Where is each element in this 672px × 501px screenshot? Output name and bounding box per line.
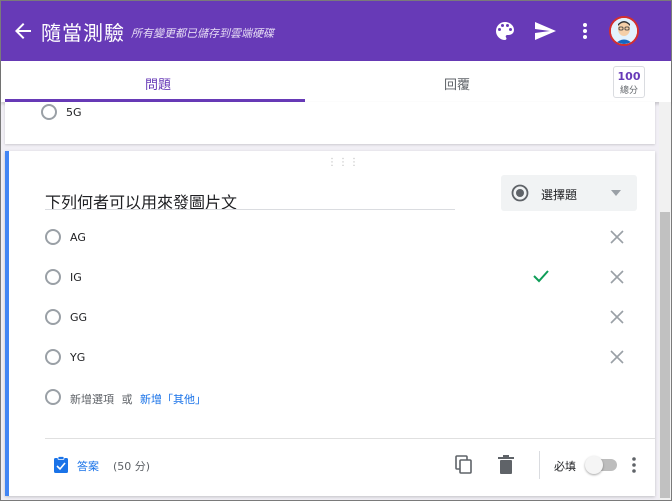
option-label[interactable]: IG <box>70 271 82 284</box>
tab-questions[interactable]: 問題 <box>145 74 171 93</box>
required-toggle[interactable] <box>585 456 617 474</box>
option-label[interactable]: AG <box>70 231 86 244</box>
remove-option-icon[interactable] <box>610 310 624 324</box>
or-text: 或 <box>121 393 133 406</box>
palette-icon[interactable] <box>493 19 517 43</box>
remove-option-icon[interactable] <box>610 230 624 244</box>
more-options-icon[interactable] <box>629 455 639 475</box>
question-type-label: 選擇題 <box>541 188 578 202</box>
option-radio[interactable] <box>41 104 57 120</box>
remove-option-icon[interactable] <box>610 270 624 284</box>
radio-button-icon <box>511 184 529 202</box>
tabs-bar: 問題 回覆 100 總分 <box>1 61 671 102</box>
correct-answer-check-icon <box>533 270 549 283</box>
option-radio[interactable] <box>45 269 61 285</box>
drag-handle-icon[interactable]: ⋮⋮⋮ <box>327 157 360 168</box>
avatar[interactable] <box>609 16 639 46</box>
duplicate-icon[interactable] <box>455 455 473 475</box>
app-header: 隨當測驗 所有變更都已儲存到雲端硬碟 <box>1 1 671 61</box>
page-scrollbar[interactable] <box>659 102 671 500</box>
total-score-value: 100 <box>617 70 641 83</box>
remove-option-icon[interactable] <box>610 350 624 364</box>
tab-responses[interactable]: 回覆 <box>444 74 470 93</box>
option-label: 5G <box>66 106 82 119</box>
total-score-badge[interactable]: 100 總分 <box>613 66 645 98</box>
card-divider <box>45 438 655 439</box>
more-vert-icon[interactable] <box>575 19 595 43</box>
required-label: 必填 <box>554 460 576 473</box>
footer-separator <box>539 451 540 479</box>
answer-key-clipboard-icon <box>54 456 68 473</box>
scrollbar-thumb[interactable] <box>660 212 670 498</box>
option-radio[interactable] <box>45 349 61 365</box>
question-title-underline <box>45 209 455 210</box>
dropdown-arrow-icon <box>611 190 621 196</box>
option-radio <box>45 389 61 405</box>
add-other-link[interactable]: 新增「其他」 <box>140 393 206 406</box>
required-toggle-knob <box>585 456 603 474</box>
option-radio[interactable] <box>45 229 61 245</box>
previous-question-card: 5G <box>5 102 655 144</box>
question-type-select[interactable]: 選擇題 <box>501 175 637 211</box>
option-label[interactable]: GG <box>70 311 87 324</box>
question-card[interactable]: ⋮⋮⋮ 下列何者可以用來發圖片文 選擇題 AG IG GG YG 新增選項 或 … <box>5 151 655 496</box>
add-option-row: 新增選項 或 新增「其他」 <box>70 391 206 407</box>
delete-icon[interactable] <box>497 455 515 475</box>
option-radio[interactable] <box>45 309 61 325</box>
option-label[interactable]: YG <box>70 351 85 364</box>
points-value[interactable]: (50 分) <box>113 458 150 474</box>
add-option-link[interactable]: 新增選項 <box>70 393 114 406</box>
form-title: 隨當測驗 <box>41 21 125 45</box>
save-status: 所有變更都已儲存到雲端硬碟 <box>131 27 274 40</box>
total-score-label: 總分 <box>619 86 638 96</box>
user-portrait-icon <box>611 18 637 44</box>
send-icon[interactable] <box>533 19 557 43</box>
answer-key-label: 答案 <box>77 460 99 473</box>
back-arrow-icon[interactable] <box>11 19 35 43</box>
